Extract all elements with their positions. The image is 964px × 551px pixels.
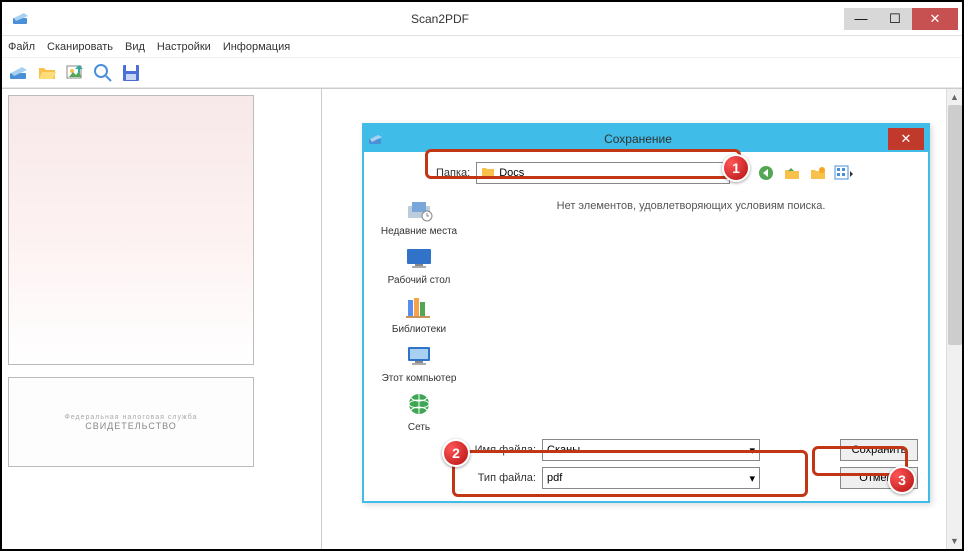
folder-icon (481, 166, 495, 181)
file-list-area: Нет элементов, удовлетворяющих условиям … (464, 192, 918, 433)
save-icon[interactable] (120, 62, 142, 84)
app-icon (12, 12, 30, 26)
place-network[interactable]: Сеть (402, 390, 436, 433)
dialog-icon (368, 133, 384, 145)
scrollbar[interactable]: ▲ ▼ (946, 89, 962, 549)
titlebar: Scan2PDF — ☐ ✕ (2, 2, 962, 36)
menu-view[interactable]: Вид (125, 41, 145, 53)
new-folder-icon[interactable] (808, 163, 828, 183)
folder-combo[interactable]: Docs (476, 162, 730, 184)
window-title: Scan2PDF (36, 12, 844, 26)
empty-message: Нет элементов, удовлетворяющих условиям … (470, 196, 912, 212)
recent-icon (402, 194, 436, 224)
close-button[interactable]: ✕ (912, 8, 958, 30)
menubar: Файл Сканировать Вид Настройки Информаци… (2, 36, 962, 58)
place-computer-label: Этот компьютер (382, 373, 457, 384)
filename-label: Имя файла: (464, 444, 536, 456)
view-mode-icon[interactable] (834, 163, 854, 183)
filename-row: Имя файла: Сканы ▾ Сохранить (464, 439, 918, 461)
up-folder-icon[interactable] (782, 163, 802, 183)
thumbnail-panel: Федеральная налоговая служба СВИДЕТЕЛЬСТ… (2, 89, 322, 549)
filename-input[interactable]: Сканы ▾ (542, 439, 760, 461)
menu-info[interactable]: Информация (223, 41, 290, 53)
scan-icon[interactable] (8, 62, 30, 84)
places-row: Недавние места Рабочий стол Библиотеки Э… (374, 192, 918, 433)
minimize-button[interactable]: — (844, 8, 878, 30)
save-button[interactable]: Сохранить (840, 439, 918, 461)
computer-icon (402, 341, 436, 371)
dialog-title: Сохранение (388, 132, 888, 146)
menu-scan[interactable]: Сканировать (47, 41, 113, 53)
toolbar (2, 58, 962, 88)
place-desktop[interactable]: Рабочий стол (388, 243, 451, 286)
filetype-select[interactable]: pdf ▾ (542, 467, 760, 489)
place-computer[interactable]: Этот компьютер (382, 341, 457, 384)
place-network-label: Сеть (408, 422, 430, 433)
back-icon[interactable] (756, 163, 776, 183)
dialog-titlebar: Сохранение ✕ (364, 125, 928, 152)
cert-subtitle: Федеральная налоговая служба (64, 414, 197, 421)
dialog-body: Папка: Docs Недавние места Рабоч (364, 152, 928, 501)
chevron-down-icon: ▾ (749, 472, 755, 485)
folder-row: Папка: Docs (374, 158, 918, 192)
filetype-row: Тип файла: pdf ▾ Отмена (464, 467, 918, 489)
places-bar: Недавние места Рабочий стол Библиотеки Э… (374, 192, 464, 433)
filetype-label: Тип файла: (464, 472, 536, 484)
place-desktop-label: Рабочий стол (388, 275, 451, 286)
import-image-icon[interactable] (64, 62, 86, 84)
save-dialog: Сохранение ✕ Папка: Docs Недавние места (362, 123, 930, 503)
menu-file[interactable]: Файл (8, 41, 35, 53)
place-recent[interactable]: Недавние места (381, 194, 457, 237)
window-controls: — ☐ ✕ (844, 8, 958, 30)
filename-value: Сканы (547, 444, 580, 456)
zoom-icon[interactable] (92, 62, 114, 84)
menu-settings[interactable]: Настройки (157, 41, 211, 53)
chevron-down-icon: ▾ (749, 444, 755, 457)
maximize-button[interactable]: ☐ (878, 8, 912, 30)
filetype-value: pdf (547, 472, 562, 484)
thumbnail-1[interactable] (8, 95, 254, 365)
dialog-close-button[interactable]: ✕ (888, 128, 924, 150)
folder-tools (756, 163, 854, 183)
folder-label: Папка: (436, 167, 470, 179)
place-recent-label: Недавние места (381, 226, 457, 237)
libraries-icon (402, 292, 436, 322)
folder-value: Docs (499, 167, 524, 179)
cancel-button[interactable]: Отмена (840, 467, 918, 489)
scroll-thumb[interactable] (948, 105, 962, 345)
place-libraries[interactable]: Библиотеки (392, 292, 446, 335)
thumbnail-2[interactable]: Федеральная налоговая служба СВИДЕТЕЛЬСТ… (8, 377, 254, 467)
network-icon (402, 390, 436, 420)
scroll-up-icon[interactable]: ▲ (947, 89, 962, 105)
place-libraries-label: Библиотеки (392, 324, 446, 335)
cert-title: СВИДЕТЕЛЬСТВО (85, 421, 177, 431)
dialog-bottom: Имя файла: Сканы ▾ Сохранить Тип файла: … (374, 433, 918, 495)
desktop-icon (402, 243, 436, 273)
scroll-down-icon[interactable]: ▼ (947, 533, 962, 549)
open-icon[interactable] (36, 62, 58, 84)
